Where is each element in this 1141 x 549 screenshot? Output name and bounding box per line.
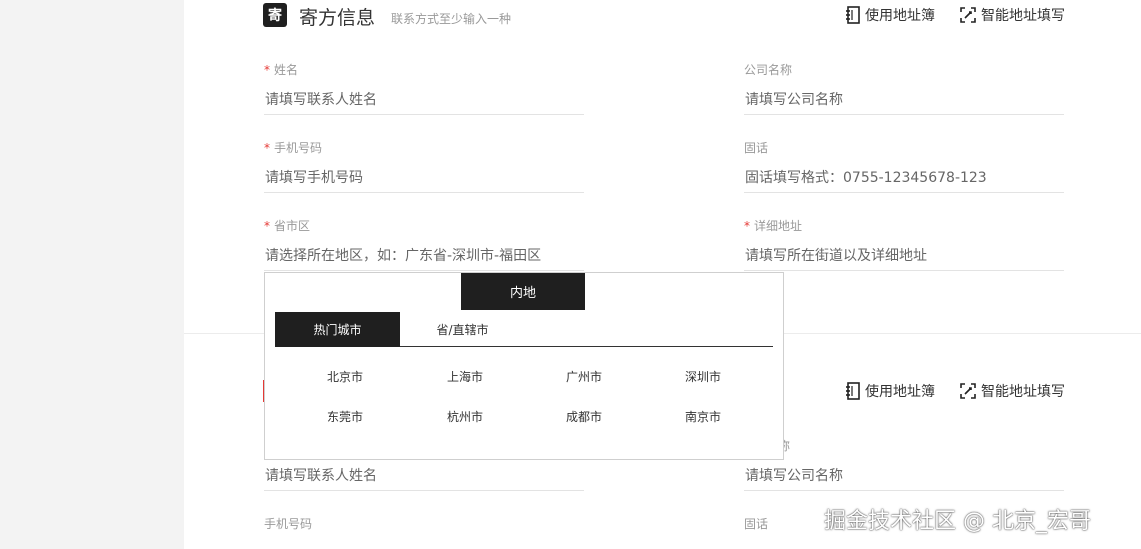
city-option[interactable]: 上海市 [405, 368, 525, 385]
sender-section-hint: 联系方式至少输入一种 [391, 12, 512, 26]
smart-fill-icon [959, 6, 977, 24]
region-subtabs: 热门城市 省/直辖市 [275, 312, 773, 347]
address-book-label: 使用地址簿 [865, 384, 935, 400]
city-option[interactable]: 广州市 [524, 368, 644, 385]
region-picker-popup: 内地 热门城市 省/直辖市 北京市 上海市 广州市 深圳市 东莞市 杭州市 成都… [264, 272, 784, 460]
receiver-name-input[interactable] [264, 461, 584, 491]
address-book-label: 使用地址簿 [865, 8, 935, 24]
tab-provinces[interactable]: 省/直辖市 [400, 312, 525, 347]
receiver-smart-fill-button[interactable]: 智能地址填写 [959, 381, 1065, 401]
city-option[interactable]: 杭州市 [405, 408, 525, 425]
sender-phone-input[interactable] [744, 163, 1064, 193]
address-book-icon [845, 6, 861, 24]
sender-mobile-input[interactable] [264, 163, 584, 193]
address-label: * 详细地址 [744, 219, 803, 233]
city-option[interactable]: 南京市 [643, 408, 763, 425]
sender-company-input[interactable] [744, 85, 1064, 115]
city-option[interactable]: 东莞市 [285, 408, 405, 425]
receiver-company-input[interactable] [744, 461, 1064, 491]
phone-label: 固话 [744, 141, 769, 155]
tab-mainland[interactable]: 内地 [461, 273, 585, 310]
smart-fill-label: 智能地址填写 [981, 384, 1065, 400]
sender-address-book-button[interactable]: 使用地址簿 [845, 5, 935, 25]
mobile-label: * 手机号码 [264, 141, 323, 155]
sender-name-input[interactable] [264, 85, 584, 115]
sender-smart-fill-button[interactable]: 智能地址填写 [959, 5, 1065, 25]
region-label: * 省市区 [264, 219, 311, 233]
company-label: 公司名称 [744, 63, 793, 77]
address-book-icon [845, 382, 861, 400]
required-mark: * [744, 219, 750, 233]
receiver-mobile-label: 手机号码 [264, 517, 313, 531]
smart-fill-icon [959, 382, 977, 400]
city-option[interactable]: 成都市 [524, 408, 644, 425]
required-mark: * [264, 141, 270, 155]
city-option[interactable]: 北京市 [285, 368, 405, 385]
left-gutter [0, 0, 184, 549]
required-mark: * [264, 219, 270, 233]
receiver-address-book-button[interactable]: 使用地址簿 [845, 381, 935, 401]
sender-region-input[interactable] [264, 241, 584, 271]
required-mark: * [264, 63, 270, 77]
smart-fill-label: 智能地址填写 [981, 8, 1065, 24]
sender-badge: 寄 [263, 3, 287, 27]
sender-address-input[interactable] [744, 241, 1064, 271]
city-option[interactable]: 深圳市 [643, 368, 763, 385]
receiver-phone-label: 固话 [744, 517, 769, 531]
sender-section-title: 寄方信息 [299, 7, 376, 29]
watermark: 掘金技术社区 @ 北京_宏哥 [824, 509, 1091, 534]
tab-hot-cities[interactable]: 热门城市 [275, 312, 400, 347]
name-label: * 姓名 [264, 63, 299, 77]
